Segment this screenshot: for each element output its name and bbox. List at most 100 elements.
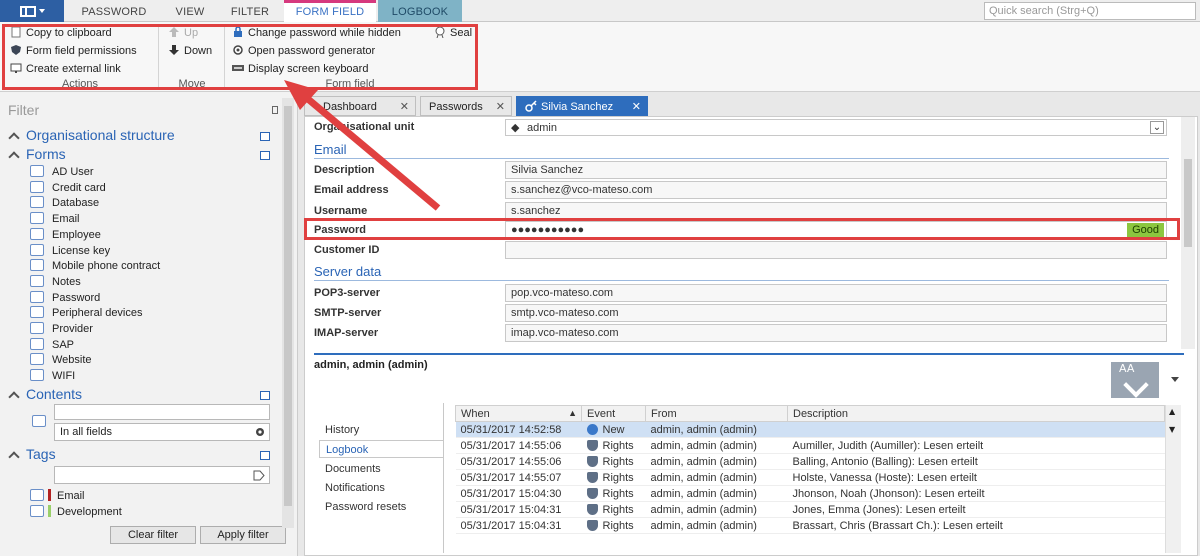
contents-title[interactable]: Contents: [26, 386, 82, 402]
forms-checkbox[interactable]: [260, 151, 270, 160]
form-checkbox[interactable]: [30, 306, 44, 319]
table-row[interactable]: 05/31/2017 14:55:06 Rights admin, admin (a…: [455, 437, 1165, 454]
seal-button[interactable]: Seal: [434, 25, 472, 41]
close-icon[interactable]: ✕: [496, 97, 505, 117]
form-checkbox[interactable]: [30, 180, 44, 193]
contents-scope-select[interactable]: In all fields: [54, 423, 270, 441]
password-field[interactable]: ●●●●●●●●●●● Good: [505, 221, 1167, 239]
email-address-field[interactable]: s.sanchez@vco-mateso.com: [505, 181, 1167, 199]
forms-title[interactable]: Forms: [26, 146, 66, 162]
tag-item-email[interactable]: Email: [30, 489, 85, 502]
description-field[interactable]: Silvia Sanchez: [505, 161, 1167, 179]
left-panel-scrollbar[interactable]: [282, 98, 294, 528]
scrollbar-thumb[interactable]: [1184, 159, 1192, 247]
contents-checkbox-item[interactable]: [32, 415, 46, 427]
table-row[interactable]: 05/31/2017 15:04:31 Rights admin, admin (a…: [455, 501, 1165, 518]
column-header-when[interactable]: When ▲: [455, 405, 582, 422]
chevron-up-icon[interactable]: [8, 451, 20, 463]
scrollbar-thumb[interactable]: [284, 106, 292, 506]
column-header-from[interactable]: From: [645, 405, 788, 422]
side-tab-documents[interactable]: Documents: [319, 460, 443, 478]
customer-id-field[interactable]: [505, 241, 1167, 259]
form-field-permissions-button[interactable]: Form field permissions: [10, 43, 137, 59]
scroll-down-icon[interactable]: ▼: [1169, 425, 1175, 434]
application-menu-button[interactable]: [0, 0, 64, 22]
move-down-button[interactable]: Down: [168, 43, 212, 59]
open-password-generator-button[interactable]: Open password generator: [232, 43, 375, 59]
tags-checkbox[interactable]: [260, 451, 270, 460]
column-header-event[interactable]: Event: [581, 405, 646, 422]
form-item[interactable]: Provider: [30, 322, 93, 338]
apply-filter-button[interactable]: Apply filter: [200, 526, 286, 544]
create-external-link-button[interactable]: Create external link: [10, 61, 121, 77]
tag-checkbox[interactable]: [30, 505, 44, 517]
pop3-field[interactable]: pop.vco-mateso.com: [505, 284, 1167, 302]
close-icon[interactable]: ✕: [632, 97, 641, 117]
font-size-icon[interactable]: AA: [1111, 362, 1159, 398]
doc-tab-passwords[interactable]: Passwords ✕: [420, 96, 512, 116]
form-checkbox[interactable]: [30, 322, 44, 334]
imap-field[interactable]: imap.vco-mateso.com: [505, 324, 1167, 342]
form-checkbox[interactable]: [30, 165, 44, 177]
tag-checkbox[interactable]: [30, 489, 44, 501]
side-tab-password-resets[interactable]: Password resets: [319, 498, 443, 516]
form-item[interactable]: Mobile phone contract: [30, 259, 160, 275]
doc-tab-silvia-sanchez[interactable]: Silvia Sanchez ✕: [516, 96, 648, 116]
copy-to-clipboard-button[interactable]: Copy to clipboard: [10, 25, 112, 41]
form-item[interactable]: Employee: [30, 227, 101, 244]
form-item[interactable]: SAP: [30, 337, 74, 354]
tab-password[interactable]: PASSWORD: [70, 0, 158, 22]
form-checkbox[interactable]: [30, 290, 44, 303]
username-field[interactable]: s.sanchez: [505, 202, 1167, 220]
chevron-down-icon[interactable]: ⌄: [1150, 121, 1164, 134]
form-item[interactable]: AD User: [30, 165, 94, 181]
doc-tab-dashboard[interactable]: Dashboard ✕: [304, 96, 416, 116]
smtp-field[interactable]: smtp.vco-mateso.com: [505, 304, 1167, 322]
form-item[interactable]: Email: [30, 212, 80, 228]
side-tab-logbook[interactable]: Logbook: [319, 440, 443, 458]
form-item[interactable]: WIFI: [30, 369, 75, 385]
form-checkbox[interactable]: [30, 337, 44, 350]
display-screen-keyboard-button[interactable]: Display screen keyboard: [232, 61, 368, 77]
org-structure-checkbox[interactable]: [260, 132, 270, 141]
tag-item-development[interactable]: Development: [30, 505, 122, 518]
gear-icon[interactable]: [254, 426, 266, 438]
side-tab-notifications[interactable]: Notifications: [319, 479, 443, 497]
column-header-description[interactable]: Description: [787, 405, 1165, 422]
form-checkbox[interactable]: [30, 353, 44, 366]
details-splitter[interactable]: [314, 353, 1184, 355]
form-item[interactable]: Website: [30, 353, 92, 369]
chevron-up-icon[interactable]: [8, 132, 20, 144]
side-tab-history[interactable]: History: [319, 421, 443, 439]
form-item[interactable]: Credit card: [30, 180, 106, 197]
table-row[interactable]: 05/31/2017 14:52:58 New admin, admin (admi…: [455, 421, 1165, 438]
quick-search-input[interactable]: Quick search (Strg+Q): [984, 2, 1196, 20]
tags-search-input[interactable]: [54, 466, 270, 484]
form-checkbox[interactable]: [30, 196, 44, 209]
scroll-up-icon[interactable]: ▲: [1169, 407, 1175, 416]
chevron-up-icon[interactable]: [8, 391, 20, 403]
form-checkbox[interactable]: [30, 243, 44, 256]
form-checkbox[interactable]: [30, 369, 44, 382]
form-item[interactable]: License key: [30, 243, 110, 260]
contents-search-input[interactable]: [54, 404, 270, 420]
table-row[interactable]: 05/31/2017 15:04:31 Rights admin, admin (a…: [455, 517, 1165, 534]
form-checkbox[interactable]: [30, 274, 44, 287]
tab-view[interactable]: VIEW: [160, 0, 220, 22]
change-password-while-hidden-button[interactable]: Change password while hidden: [232, 25, 401, 41]
close-icon[interactable]: ✕: [400, 97, 409, 117]
logbook-scrollbar[interactable]: ▲ ▼: [1165, 405, 1181, 553]
tab-form-field[interactable]: FORM FIELD: [284, 0, 376, 22]
chevron-down-icon[interactable]: [1171, 377, 1179, 382]
contents-checkbox[interactable]: [260, 391, 270, 400]
form-item[interactable]: Notes: [30, 274, 81, 291]
tab-filter[interactable]: FILTER: [222, 0, 278, 22]
tags-title[interactable]: Tags: [26, 446, 56, 462]
form-item[interactable]: Password: [30, 290, 100, 307]
form-item[interactable]: Database: [30, 196, 99, 212]
pin-icon[interactable]: [272, 106, 278, 114]
form-checkbox[interactable]: [30, 259, 44, 272]
tag-icon[interactable]: [253, 470, 265, 481]
table-row[interactable]: 05/31/2017 14:55:06 Rights admin, admin (a…: [455, 453, 1165, 470]
org-unit-select[interactable]: ◆ admin ⌄: [505, 119, 1167, 136]
